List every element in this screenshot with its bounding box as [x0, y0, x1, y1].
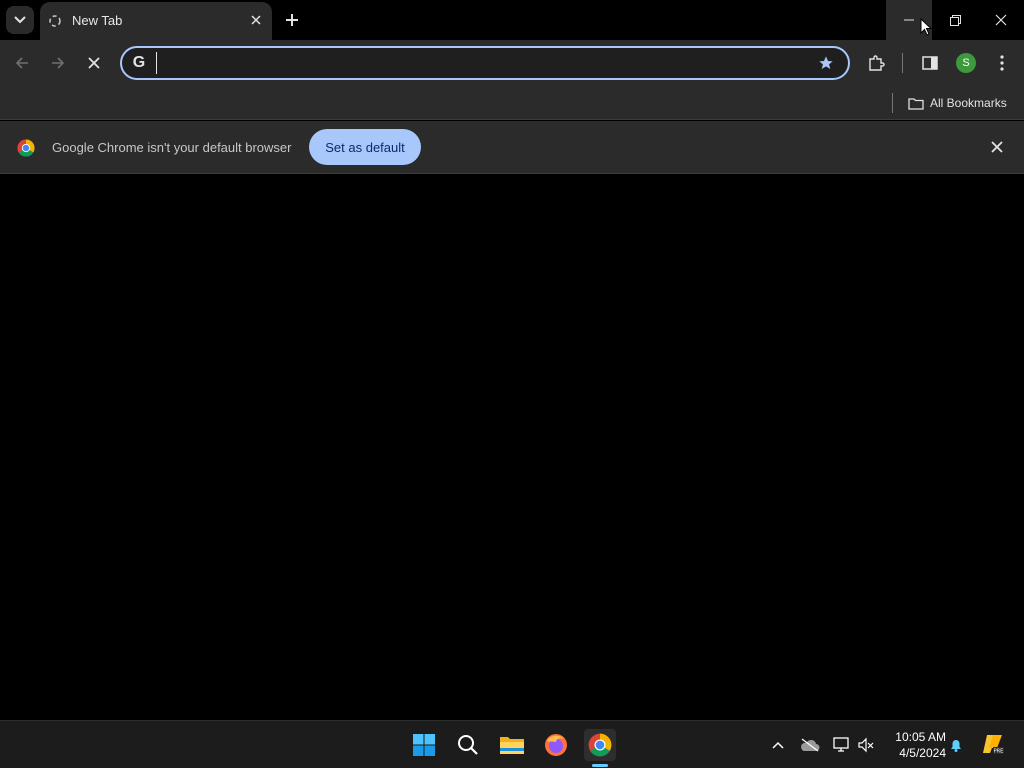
default-browser-infobar: Google Chrome isn't your default browser… [0, 121, 1024, 174]
show-hidden-icons-chevron-up-icon[interactable] [768, 735, 788, 755]
chrome-logo-icon [17, 139, 35, 157]
file-explorer-icon[interactable] [496, 729, 528, 761]
side-panel-button[interactable] [918, 51, 942, 75]
system-clock[interactable]: 10:05 AM 4/5/2024 [884, 729, 946, 761]
folder-icon [908, 97, 924, 110]
address-bar[interactable]: G [120, 46, 850, 80]
plus-icon [286, 14, 298, 26]
address-input[interactable] [156, 52, 796, 74]
puzzle-piece-icon [869, 55, 885, 71]
close-icon [995, 14, 1007, 26]
volume-muted-icon[interactable] [856, 735, 876, 755]
set-as-default-button[interactable]: Set as default [309, 129, 421, 165]
more-vertical-icon [1000, 55, 1004, 71]
infobar-close-icon[interactable] [988, 138, 1006, 156]
new-tab-button[interactable] [280, 8, 304, 32]
all-bookmarks-button[interactable]: All Bookmarks [908, 92, 1007, 114]
tab-close-icon[interactable] [248, 12, 264, 28]
firefox-icon[interactable] [540, 729, 572, 761]
tab-title: New Tab [72, 13, 123, 28]
stop-loading-button[interactable] [82, 51, 106, 75]
restore-icon [949, 14, 961, 26]
windows-taskbar: 10:05 AM 4/5/2024 PRE [0, 720, 1024, 768]
side-panel-icon [922, 56, 938, 70]
title-bar: New Tab [0, 0, 1024, 40]
all-bookmarks-label: All Bookmarks [930, 96, 1007, 110]
search-icon[interactable] [452, 729, 484, 761]
windows-start-icon[interactable] [408, 729, 440, 761]
extensions-button[interactable] [864, 51, 888, 75]
chevron-down-icon [14, 16, 26, 24]
chrome-icon[interactable] [584, 729, 616, 761]
page-content [0, 174, 1024, 720]
notification-bell-icon[interactable] [946, 735, 966, 755]
forward-button[interactable] [46, 51, 70, 75]
profile-avatar[interactable]: S [956, 53, 976, 73]
close-window-button[interactable] [978, 0, 1024, 40]
browser-toolbar: G [0, 40, 1024, 86]
back-button[interactable] [10, 51, 34, 75]
active-app-indicator [592, 764, 608, 767]
restore-button[interactable] [932, 0, 978, 40]
arrow-right-icon [52, 57, 65, 69]
bookmarks-bar: All Bookmarks [0, 86, 1024, 120]
close-icon [88, 57, 100, 69]
chrome-menu-button[interactable] [990, 51, 1014, 75]
copilot-preview-icon[interactable]: PRE [980, 731, 1006, 757]
bookmarks-divider [892, 93, 893, 113]
toolbar-divider [902, 53, 903, 73]
arrow-left-icon [15, 57, 28, 69]
infobar-message: Google Chrome isn't your default browser [52, 140, 292, 155]
mouse-cursor-icon [920, 17, 933, 41]
svg-text:PRE: PRE [994, 749, 1004, 755]
clock-time: 10:05 AM [895, 730, 946, 744]
google-g-icon: G [132, 54, 146, 71]
clock-date: 4/5/2024 [899, 746, 946, 760]
network-icon[interactable] [832, 735, 852, 755]
bookmark-star-icon[interactable] [816, 53, 836, 73]
tab-search-button[interactable] [6, 6, 34, 34]
onedrive-offline-icon[interactable] [800, 735, 820, 755]
loading-favicon-icon [48, 14, 62, 28]
tab-new-tab[interactable]: New Tab [40, 2, 272, 40]
minimize-icon [904, 19, 914, 21]
